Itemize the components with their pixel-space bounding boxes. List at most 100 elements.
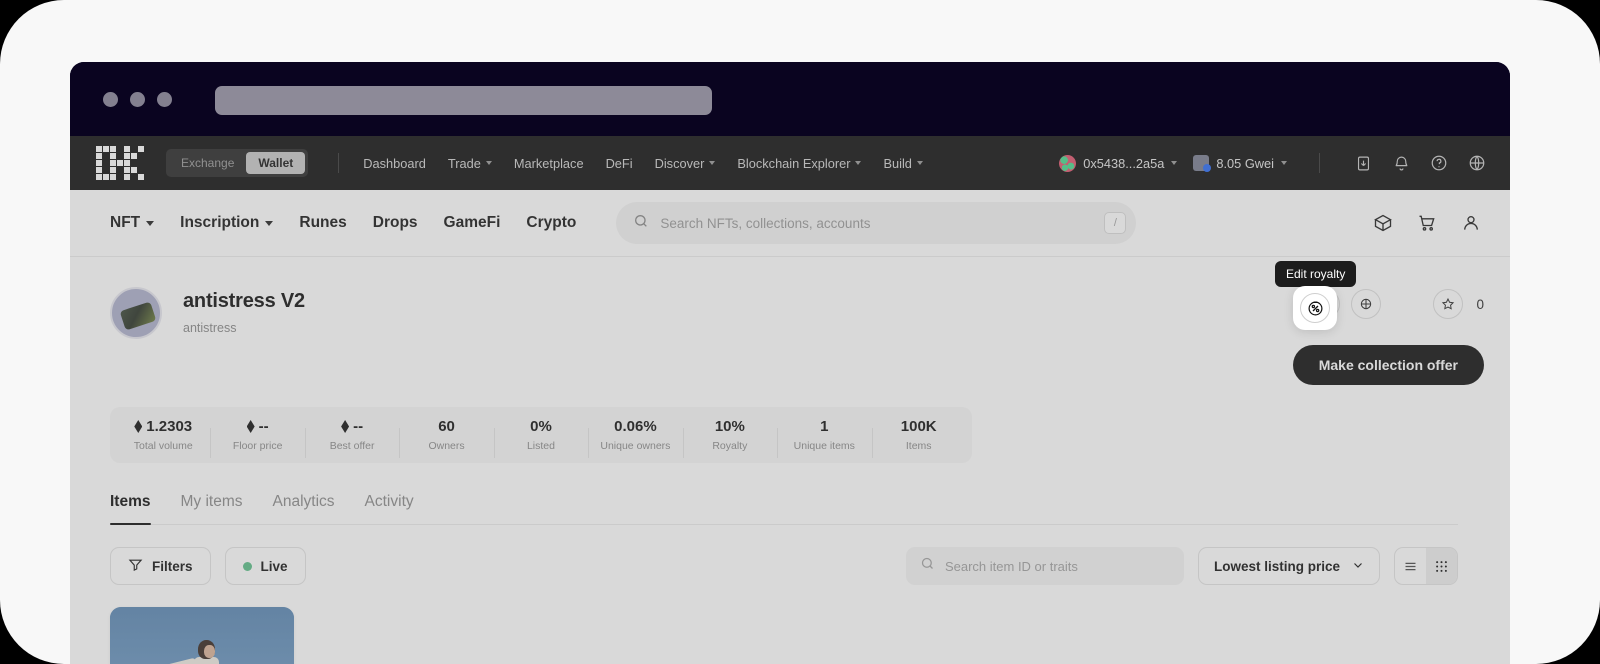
nav-label: Discover — [654, 155, 705, 171]
segment-wallet[interactable]: Wallet — [246, 152, 306, 174]
nav-label: Build — [883, 155, 912, 171]
stat-items: 100K Items — [871, 418, 966, 458]
tab-items[interactable]: Items — [110, 493, 151, 525]
eth-icon[interactable] — [1310, 289, 1341, 319]
global-search-input[interactable]: Search NFTs, collections, accounts / — [616, 202, 1137, 244]
chevron-down-icon — [485, 161, 492, 165]
stat-value: 0.06% — [614, 418, 657, 435]
exchange-wallet-switch[interactable]: Exchange Wallet — [166, 149, 309, 177]
nft-card[interactable] — [110, 607, 294, 664]
nav-link-dashboard[interactable]: Dashboard — [363, 156, 426, 171]
nav-link-trade[interactable]: Trade — [448, 156, 492, 171]
segment-exchange[interactable]: Exchange — [169, 152, 246, 174]
grid-view-icon[interactable] — [1426, 548, 1457, 584]
sub-nav-drops[interactable]: Drops — [373, 214, 418, 232]
filter-funnel-icon — [128, 557, 143, 575]
tab-my-items[interactable]: My items — [181, 493, 243, 524]
stat-value-wrap: 1.2303 — [134, 418, 192, 435]
stat-value-wrap: -- — [246, 418, 269, 435]
stat-value: -- — [353, 418, 364, 435]
help-icon[interactable] — [1428, 152, 1450, 174]
tab-analytics[interactable]: Analytics — [273, 493, 335, 524]
favorite-count: 0 — [1476, 296, 1484, 312]
nav-link-marketplace[interactable]: Marketplace — [514, 156, 584, 171]
close-window-dot[interactable] — [103, 92, 118, 107]
search-shortcut-key: / — [1104, 212, 1127, 234]
gas-price-chip[interactable]: 8.05 Gwei — [1193, 155, 1287, 172]
cart-icon[interactable] — [1414, 210, 1440, 236]
filters-button[interactable]: Filters — [110, 547, 211, 585]
stat-total-volume: 1.2303 Total volume — [116, 418, 210, 452]
tab-activity[interactable]: Activity — [365, 493, 414, 524]
nav-link-discover[interactable]: Discover — [655, 156, 716, 171]
make-collection-offer-button[interactable]: Make collection offer — [1292, 345, 1484, 385]
wallet-avatar-icon — [1059, 154, 1077, 172]
chevron-down-icon — [1171, 161, 1178, 165]
live-label: Live — [260, 558, 288, 574]
minimize-window-dot[interactable] — [130, 92, 145, 107]
profile-icon[interactable] — [1458, 210, 1484, 236]
favorite-star-icon[interactable] — [1433, 289, 1464, 319]
nav-link-blockchain-explorer[interactable]: Blockchain Explorer — [737, 155, 862, 171]
gas-price-label: 8.05 Gwei — [1216, 155, 1274, 171]
sub-nav-right-icons — [1370, 210, 1484, 236]
nav-link-build[interactable]: Build — [883, 155, 923, 171]
item-search-input[interactable]: Search item ID or traits — [905, 547, 1184, 585]
stat-value-wrap: 0.06% — [614, 418, 657, 435]
stat-label: Items — [905, 440, 932, 452]
sub-nav-gamefi[interactable]: GameFi — [444, 214, 501, 232]
stat-value: 1 — [820, 418, 829, 435]
traffic-lights[interactable] — [103, 92, 172, 107]
chevron-down-icon — [265, 220, 274, 226]
sub-nav-inscription[interactable]: Inscription — [180, 214, 274, 232]
bell-icon[interactable] — [1390, 152, 1412, 174]
nav-divider — [338, 153, 340, 173]
sub-nav-nft[interactable]: NFT — [110, 214, 155, 232]
stat-label: Listed — [526, 440, 555, 452]
global-search-placeholder: Search NFTs, collections, accounts — [660, 215, 871, 231]
stat-value: 1.2303 — [146, 418, 193, 435]
stat-listed: 0% Listed — [493, 418, 588, 458]
sub-nav-crypto[interactable]: Crypto — [526, 214, 576, 232]
page-surface: Exchange Wallet Dashboard Trade Marketpl… — [0, 0, 1600, 664]
collection-actions: 0 Make collection offer — [1292, 287, 1484, 385]
sort-dropdown[interactable]: Lowest listing price — [1197, 547, 1380, 585]
stat-label: Total volume — [133, 440, 193, 452]
stat-value-wrap: 10% — [715, 418, 745, 435]
nav-label: Blockchain Explorer — [737, 155, 851, 171]
globe-icon[interactable] — [1466, 152, 1488, 174]
nav-label: Dashboard — [363, 155, 426, 171]
view-mode-toggle — [1394, 547, 1458, 585]
live-toggle-button[interactable]: Live — [224, 547, 306, 585]
stat-value-wrap: 1 — [820, 418, 828, 435]
list-view-icon[interactable] — [1395, 548, 1426, 584]
secondary-navigation-bar: NFT Inscription Runes Drops GameFi Crypt… — [70, 190, 1510, 257]
sub-nav-links: NFT Inscription Runes Drops GameFi Crypt… — [110, 214, 576, 232]
stat-value: 100K — [900, 418, 937, 435]
download-icon[interactable] — [1352, 152, 1374, 174]
okx-logo-icon[interactable] — [96, 146, 144, 180]
url-bar[interactable] — [215, 86, 712, 115]
sub-nav-label: NFT — [110, 214, 141, 231]
wallet-address-chip[interactable]: 0x5438...2a5a — [1059, 154, 1178, 172]
maximize-window-dot[interactable] — [157, 92, 172, 107]
nav-divider — [1319, 153, 1320, 173]
nav-link-defi[interactable]: DeFi — [606, 156, 633, 171]
collection-meta: antistress V2 antistress — [183, 287, 305, 335]
gift-box-icon[interactable] — [1370, 210, 1396, 236]
collection-avatar[interactable] — [110, 287, 162, 339]
collection-stats-bar: 1.2303 Total volume -- Floor price -- Be… — [110, 407, 972, 463]
sub-nav-label: Crypto — [526, 214, 577, 231]
chevron-down-icon — [1281, 161, 1287, 165]
items-grid — [110, 607, 1484, 664]
stat-unique-owners: 0.06% Unique owners — [588, 418, 682, 458]
browser-chrome — [70, 62, 1510, 136]
chevron-down-icon — [146, 220, 155, 226]
stat-floor-price: -- Floor price — [210, 418, 304, 458]
stat-label: Unique items — [793, 440, 855, 452]
website-icon[interactable] — [1351, 289, 1382, 319]
stat-owners: 60 Owners — [399, 418, 493, 458]
sub-nav-runes[interactable]: Runes — [299, 214, 346, 232]
items-toolbar: Filters Live Search item ID or traits Lo… — [110, 547, 1484, 585]
chevron-down-icon — [709, 161, 716, 165]
